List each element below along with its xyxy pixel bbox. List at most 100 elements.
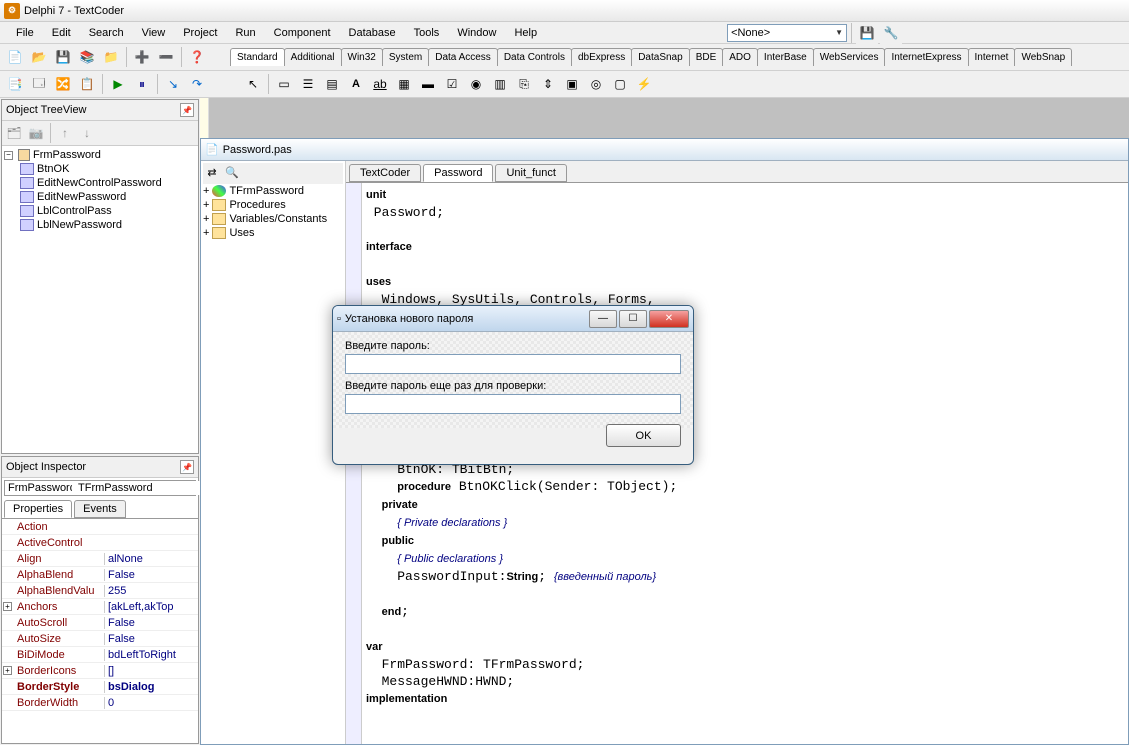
object-tree[interactable]: − FrmPassword BtnOKEditNewControlPasswor… (2, 146, 198, 453)
component-combobox[interactable]: ⎘ (513, 73, 535, 95)
palette-tab-data-controls[interactable]: Data Controls (497, 48, 572, 66)
palette-tab-additional[interactable]: Additional (284, 48, 342, 66)
menu-database[interactable]: Database (341, 25, 404, 41)
save-desktop-button[interactable]: 💾 (856, 22, 878, 44)
property-row[interactable]: BiDiModebdLeftToRight (2, 647, 198, 663)
editor-titlebar[interactable]: 📄 Password.pas (201, 139, 1128, 161)
component-frames[interactable]: ▭ (273, 73, 295, 95)
collapse-icon[interactable]: − (4, 151, 13, 160)
minimize-button[interactable]: — (589, 310, 617, 328)
palette-tab-system[interactable]: System (382, 48, 429, 66)
component-mainmenu[interactable]: ☰ (297, 73, 319, 95)
open-project-button[interactable]: 📁 (100, 46, 122, 68)
tree-down-button[interactable]: ↓ (77, 123, 97, 143)
property-row[interactable]: AlignalNone (2, 551, 198, 567)
menu-tools[interactable]: Tools (406, 25, 448, 41)
menu-help[interactable]: Help (506, 25, 545, 41)
tree-root[interactable]: − FrmPassword (4, 148, 196, 162)
palette-tab-internetexpress[interactable]: InternetExpress (884, 48, 968, 66)
pin-icon[interactable]: 📌 (180, 103, 194, 117)
property-row[interactable]: +Anchors[akLeft,akTop (2, 599, 198, 615)
component-actionlist[interactable]: ⚡ (633, 73, 655, 95)
palette-tab-internet[interactable]: Internet (968, 48, 1016, 66)
component-memo[interactable]: ▦ (393, 73, 415, 95)
step-over-button[interactable]: ↷ (186, 73, 208, 95)
menu-window[interactable]: Window (449, 25, 504, 41)
desktop-combo[interactable]: <None> ▼ (727, 24, 847, 42)
dialog-titlebar[interactable]: ▫ Установка нового пароля — ☐ ✕ (333, 306, 693, 332)
view-form-button[interactable]: 🗔 (28, 73, 50, 95)
explorer-variables[interactable]: +Variables/Constants (203, 212, 343, 226)
new-button[interactable]: 📄 (4, 46, 26, 68)
remove-file-button[interactable]: ➖ (155, 46, 177, 68)
property-row[interactable]: +BorderIcons[] (2, 663, 198, 679)
tree-item[interactable]: LblNewPassword (4, 218, 196, 232)
pin-icon[interactable]: 📌 (180, 460, 194, 474)
maximize-button[interactable]: ☐ (619, 310, 647, 328)
palette-tab-standard[interactable]: Standard (230, 48, 285, 66)
property-row[interactable]: AlphaBlendFalse (2, 567, 198, 583)
palette-tab-interbase[interactable]: InterBase (757, 48, 814, 66)
tree-item[interactable]: EditNewPassword (4, 190, 196, 204)
tree-item[interactable]: EditNewControlPassword (4, 176, 196, 190)
saveall-button[interactable]: 📚 (76, 46, 98, 68)
palette-tab-dbexpress[interactable]: dbExpress (571, 48, 632, 66)
component-scrollbar[interactable]: ⇕ (537, 73, 559, 95)
component-groupbox[interactable]: ▣ (561, 73, 583, 95)
explorer-tool-1[interactable]: ⇄ (203, 163, 221, 181)
menu-search[interactable]: Search (81, 25, 132, 41)
property-row[interactable]: AutoSizeFalse (2, 631, 198, 647)
new-form-button[interactable]: 📋 (76, 73, 98, 95)
editor-tab[interactable]: Unit_funct (495, 164, 567, 182)
inspector-object-combo[interactable]: ▼ (4, 480, 196, 496)
expand-icon[interactable]: + (3, 602, 12, 611)
tree-tool-1[interactable]: 🗂 (4, 123, 24, 143)
property-row[interactable]: Action (2, 519, 198, 535)
component-edit[interactable]: ab (369, 73, 391, 95)
menu-project[interactable]: Project (175, 25, 225, 41)
palette-tab-webservices[interactable]: WebServices (813, 48, 886, 66)
explorer-tool-2[interactable]: 🔍 (223, 163, 241, 181)
palette-tab-websnap[interactable]: WebSnap (1014, 48, 1072, 66)
confirm-password-input[interactable] (345, 394, 681, 414)
tree-tool-2[interactable]: 📷 (26, 123, 46, 143)
view-unit-button[interactable]: 📑 (4, 73, 26, 95)
explorer-procedures[interactable]: +Procedures (203, 198, 343, 212)
palette-tab-data-access[interactable]: Data Access (428, 48, 498, 66)
pause-button[interactable]: ⏸ (131, 73, 153, 95)
palette-tab-win32[interactable]: Win32 (341, 48, 383, 66)
close-button[interactable]: ✕ (649, 310, 689, 328)
menu-run[interactable]: Run (227, 25, 263, 41)
selector-tool[interactable]: ↖ (242, 73, 264, 95)
menu-view[interactable]: View (134, 25, 174, 41)
help-button[interactable]: ❓ (186, 46, 208, 68)
toggle-form-unit-button[interactable]: 🔀 (52, 73, 74, 95)
property-row[interactable]: BorderStylebsDialog (2, 679, 198, 695)
save-button[interactable]: 💾 (52, 46, 74, 68)
property-row[interactable]: BorderWidth0 (2, 695, 198, 711)
add-file-button[interactable]: ➕ (131, 46, 153, 68)
editor-tab[interactable]: Password (423, 164, 493, 182)
palette-tab-ado[interactable]: ADO (722, 48, 758, 66)
component-panel[interactable]: ▢ (609, 73, 631, 95)
tab-properties[interactable]: Properties (4, 500, 72, 518)
menu-component[interactable]: Component (266, 25, 339, 41)
component-label[interactable]: A (345, 73, 367, 95)
password-input[interactable] (345, 354, 681, 374)
component-popupmenu[interactable]: ▤ (321, 73, 343, 95)
palette-tab-bde[interactable]: BDE (689, 48, 724, 66)
property-grid[interactable]: ActionActiveControlAlignalNoneAlphaBlend… (2, 518, 198, 743)
open-button[interactable]: 📂 (28, 46, 50, 68)
component-radiogroup[interactable]: ◎ (585, 73, 607, 95)
component-radiobutton[interactable]: ◉ (465, 73, 487, 95)
inspector-combo-left[interactable] (5, 481, 75, 495)
editor-tab[interactable]: TextCoder (349, 164, 421, 182)
menu-file[interactable]: File (8, 25, 42, 41)
explorer-uses[interactable]: +Uses (203, 226, 343, 240)
component-button[interactable]: ▬ (417, 73, 439, 95)
explorer-class[interactable]: +TFrmPassword (203, 184, 343, 198)
run-button[interactable]: ▶ (107, 73, 129, 95)
expand-icon[interactable]: + (3, 666, 12, 675)
menu-edit[interactable]: Edit (44, 25, 79, 41)
tree-item[interactable]: BtnOK (4, 162, 196, 176)
